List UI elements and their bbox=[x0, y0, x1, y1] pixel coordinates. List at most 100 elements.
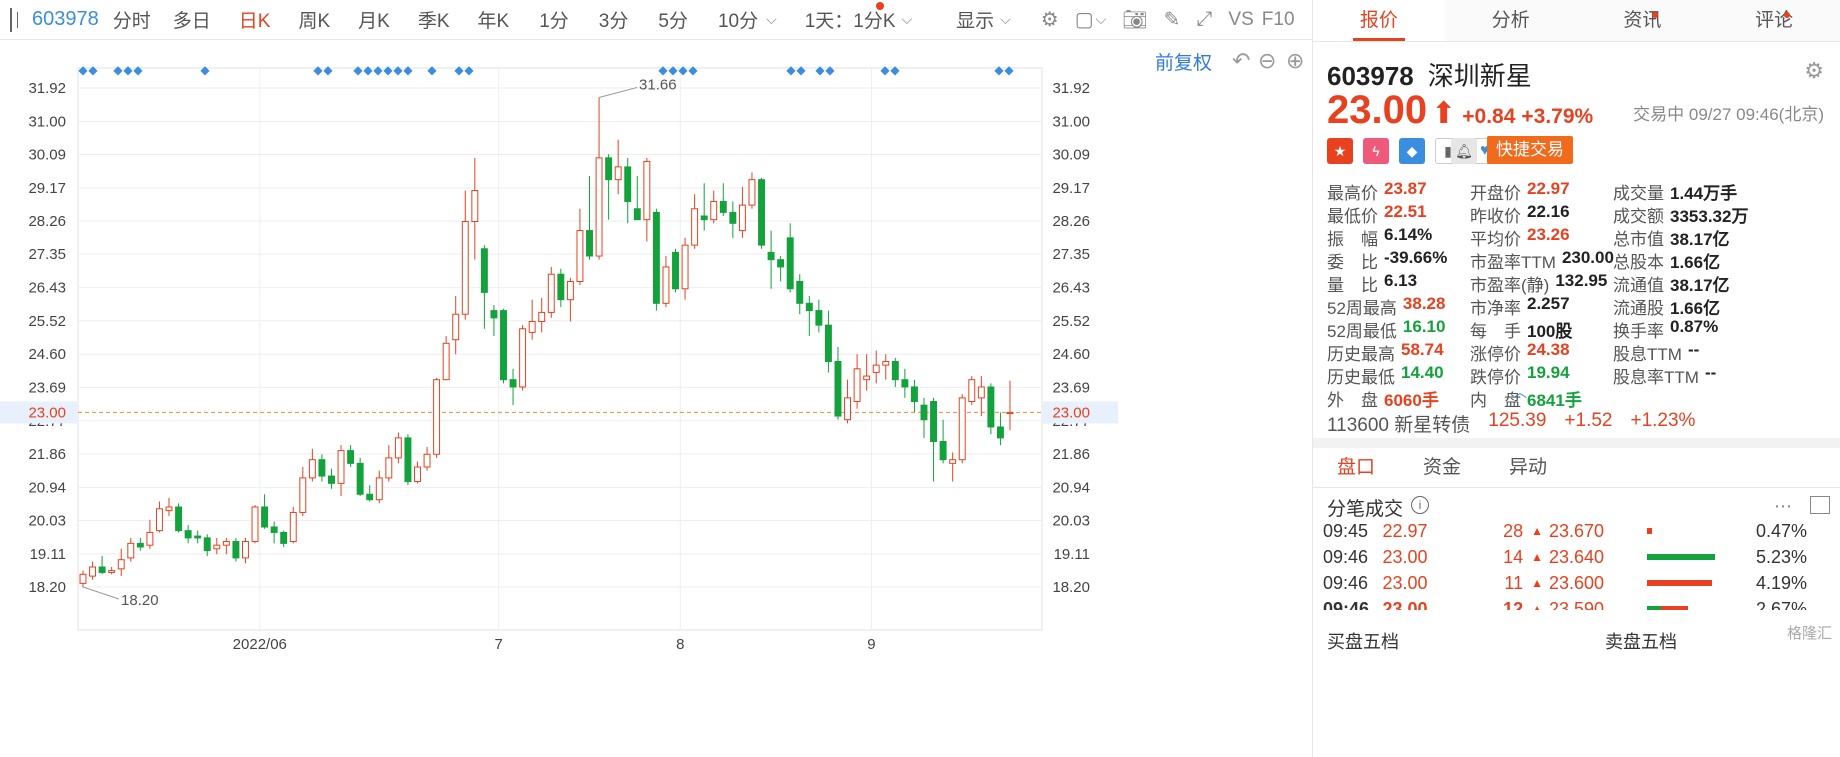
candle-body bbox=[404, 437, 412, 483]
period-yearly[interactable]: 年K bbox=[478, 6, 510, 33]
stat-value: 0.87% bbox=[1670, 317, 1719, 336]
tab-pankou[interactable]: 盘口 bbox=[1313, 448, 1399, 487]
rectangle-icon[interactable]: ▢ bbox=[1075, 7, 1094, 32]
stat-label: 52周最低 bbox=[1327, 322, 1397, 341]
stat-label: 量 比 bbox=[1327, 276, 1378, 295]
stat-item: 开盘价 22.97 bbox=[1470, 179, 1613, 204]
info-icon[interactable]: i bbox=[1411, 496, 1429, 514]
period-monthly[interactable]: 月K bbox=[358, 6, 390, 33]
candle-body bbox=[127, 542, 135, 559]
candle-body bbox=[672, 251, 679, 290]
y-tick-label-left: 26.43 bbox=[28, 280, 66, 297]
candle-body bbox=[213, 544, 221, 550]
candle-body bbox=[490, 310, 498, 319]
fullscreen-icon[interactable]: ⤢ bbox=[1196, 8, 1212, 31]
candle-body bbox=[576, 230, 584, 282]
fuquan-selector[interactable]: 前复权 bbox=[1155, 48, 1212, 75]
kline-chart-area[interactable]: 31.92 31.92 31.00 31.00 30.09 30.09 29.17 29.17… bbox=[0, 40, 1312, 757]
tab-anomaly[interactable]: 异动 bbox=[1485, 448, 1571, 487]
candle-body bbox=[824, 324, 832, 363]
tab-quote[interactable]: 报价 bbox=[1313, 0, 1445, 41]
candle-body bbox=[414, 466, 421, 483]
period-daily[interactable]: 日K bbox=[239, 6, 271, 33]
gear-icon[interactable]: ⚙ bbox=[1804, 58, 1824, 84]
event-marker-icon: ◆ bbox=[200, 63, 210, 77]
candle-body bbox=[987, 386, 995, 428]
candle-body bbox=[595, 157, 603, 257]
ladder-row: 23.640 5.23% bbox=[1549, 544, 1829, 570]
trade-volume: 28 bbox=[1503, 520, 1524, 541]
camera-icon[interactable]: 📷︎ bbox=[1122, 7, 1147, 32]
tag-icon[interactable]: ◆ bbox=[1399, 138, 1425, 164]
grid-icon[interactable] bbox=[1810, 496, 1830, 514]
more-icon[interactable]: ⋯ bbox=[1774, 496, 1792, 517]
stock-name: 深圳新星 bbox=[1427, 61, 1532, 91]
tick-trades-list[interactable]: 09:45 22.97 28 ▲ 09:46 23.00 14 ▲ 09:46 23.00 11 ▲ 0… bbox=[1323, 518, 1543, 611]
bell-icon[interactable]: 🔔︎ bbox=[1451, 138, 1477, 164]
ladder-row: 23.600 4.19% bbox=[1549, 570, 1829, 596]
price-ladder[interactable]: 23.670 0.47% 23.640 5.23% 23.600 4.19% 23.590 2… bbox=[1549, 518, 1829, 610]
stat-value: 1.66亿 bbox=[1670, 253, 1721, 272]
stat-item: 量 比 6.13 bbox=[1327, 271, 1470, 296]
chevron-down-icon[interactable]: ⌵ bbox=[766, 11, 777, 28]
candle-body bbox=[566, 280, 574, 301]
zoom-in-icon[interactable]: ⊕ bbox=[1286, 48, 1304, 74]
period-select[interactable]: 1天：1分K bbox=[805, 6, 896, 33]
candle-body bbox=[710, 200, 718, 221]
kline-chart[interactable]: 31.92 31.92 31.00 31.00 30.09 30.09 29.17 29.17… bbox=[0, 40, 1312, 757]
candle-body bbox=[270, 526, 278, 533]
stat-label: 流通值 bbox=[1613, 276, 1664, 295]
stat-value: 14.40 bbox=[1401, 363, 1444, 382]
stat-label: 成交量 bbox=[1613, 184, 1664, 203]
chevron-down-icon[interactable]: ⌵ bbox=[1096, 11, 1107, 28]
gear-icon[interactable]: ⚙ bbox=[1041, 7, 1059, 32]
up-arrow-icon: ▲ bbox=[1531, 576, 1543, 590]
chevron-down-icon[interactable]: ⌵ bbox=[902, 11, 913, 28]
y-tick-label-right: 24.60 bbox=[1052, 346, 1090, 363]
pencil-icon[interactable]: ✎ bbox=[1164, 7, 1181, 32]
convertible-bond-row[interactable]: 113600 新星转债 125.39 +1.52 +1.23% bbox=[1327, 410, 1695, 437]
stat-value: 16.10 bbox=[1402, 317, 1446, 336]
candle-body bbox=[834, 361, 842, 417]
period-weekly[interactable]: 周K bbox=[298, 6, 330, 33]
period-5min[interactable]: 5分 bbox=[658, 6, 688, 33]
period-1min[interactable]: 1分 bbox=[539, 6, 569, 33]
stat-value: 100股 bbox=[1527, 322, 1573, 341]
stat-value: 38.28 bbox=[1402, 294, 1446, 313]
tab-analysis[interactable]: 分析 bbox=[1445, 0, 1577, 41]
ladder-pct: 0.47% bbox=[1755, 520, 1807, 541]
compare-button[interactable]: VS bbox=[1228, 9, 1253, 31]
event-marker-icon: ◆ bbox=[825, 63, 835, 77]
chevron-down-icon[interactable]: ⌵ bbox=[1000, 11, 1011, 28]
tab-news[interactable]: 资讯 bbox=[1577, 0, 1709, 41]
quick-trade-button[interactable]: 快捷交易 bbox=[1487, 136, 1573, 164]
chevron-up-icon[interactable]: ︿ bbox=[1513, 382, 1527, 402]
period-10min[interactable]: 10分 bbox=[718, 6, 758, 33]
tab-comments[interactable]: 评论 bbox=[1708, 0, 1840, 41]
display-menu[interactable]: 显示 bbox=[956, 6, 994, 33]
stats-row: 52周最低 16.10 每 手 100股 换手率 0.87% bbox=[1327, 317, 1827, 341]
stats-row: 最高价 23.87 开盘价 22.97 成交量 1.44万手 bbox=[1327, 179, 1827, 204]
candle-body bbox=[930, 401, 938, 443]
candle-body bbox=[719, 200, 727, 213]
stat-item: 股息率TTM -- bbox=[1613, 363, 1756, 388]
y-tick-label-left: 18.20 bbox=[28, 579, 66, 596]
period-3min[interactable]: 3分 bbox=[599, 6, 629, 33]
stats-row: 量 比 6.13 市盈率(静) 132.95 流通值 38.17亿 bbox=[1327, 271, 1827, 296]
up-arrow-icon: ⬆ bbox=[1431, 97, 1457, 130]
sidebar-toggle-icon[interactable] bbox=[10, 7, 18, 32]
app-root: 603978 分时 多日 日K 周K 月K 季K 年K 1分 3分 5分 10分… bbox=[0, 0, 1840, 757]
period-quarterly[interactable]: 季K bbox=[418, 6, 450, 33]
period-multiday[interactable]: 多日 bbox=[173, 6, 211, 33]
order-book-headers: 买盘五档 卖盘五档 bbox=[1327, 628, 1827, 654]
tab-funds[interactable]: 资金 bbox=[1399, 448, 1485, 487]
event-marker-icon: ◆ bbox=[313, 63, 323, 77]
up-arrow-icon: ▲ bbox=[1531, 524, 1543, 538]
zoom-out-icon[interactable]: ⊖ bbox=[1258, 48, 1276, 74]
f10-button[interactable]: F10 bbox=[1262, 9, 1295, 31]
candle-body bbox=[500, 310, 507, 381]
undo-icon[interactable]: ↶ bbox=[1232, 48, 1250, 74]
x-tick-label: 7 bbox=[495, 636, 503, 653]
period-intraday[interactable]: 分时 bbox=[113, 6, 151, 33]
lightning-icon[interactable]: ϟ bbox=[1363, 138, 1389, 164]
